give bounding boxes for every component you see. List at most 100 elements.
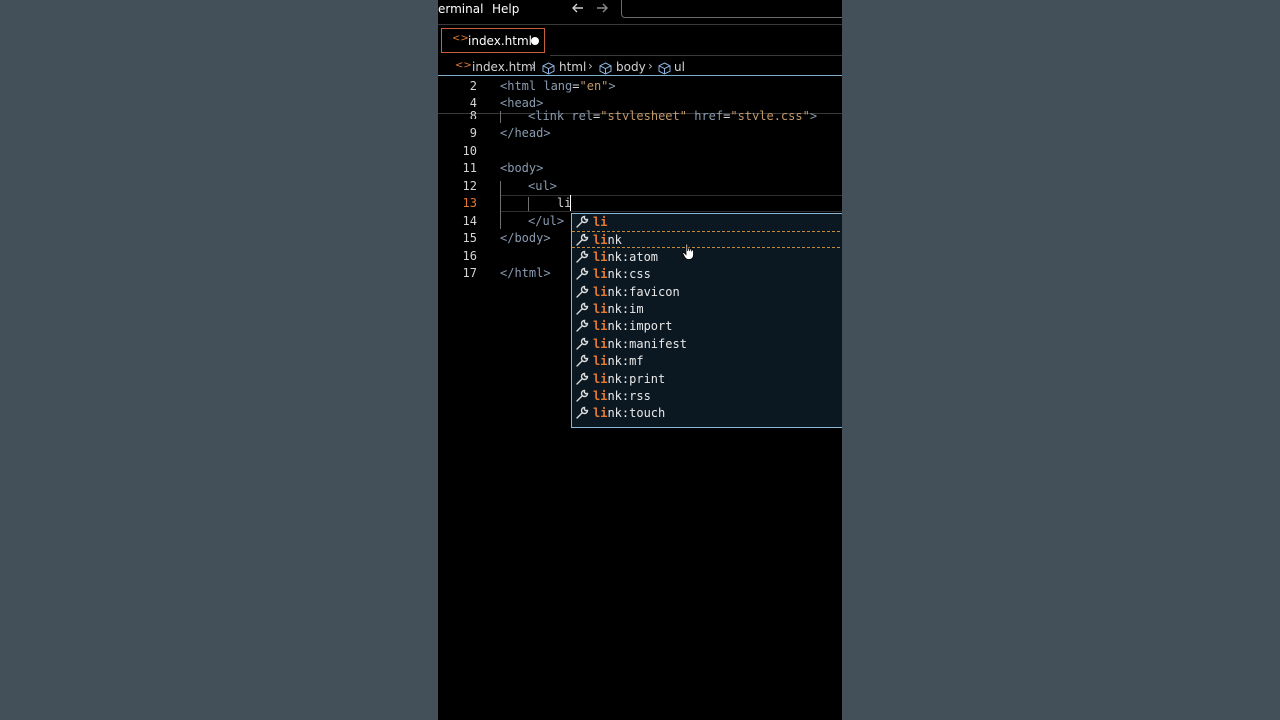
suggestion-label: link:atom (593, 250, 658, 264)
suggestion-item[interactable]: link:manifest (572, 336, 842, 353)
suggestion-match-text: li (593, 267, 608, 282)
suggestion-label: link:print (593, 372, 665, 386)
chevron-right-icon: › (588, 59, 593, 73)
menu-terminal[interactable]: erminal (438, 2, 483, 16)
wrench-icon (575, 389, 589, 406)
wrench-icon (575, 406, 589, 423)
suggestion-match-text: li (593, 302, 608, 316)
line-number: 16 (462, 249, 477, 263)
suggestion-item[interactable]: link:import (572, 318, 842, 335)
suggestion-label: link:im (593, 302, 644, 316)
code-line[interactable]: <ul> (528, 179, 557, 193)
suggestion-rest-text: nk:atom (607, 249, 659, 264)
suggestion-rest-text: nk:import (607, 319, 673, 334)
suggestion-label: link:rss (593, 389, 651, 403)
suggestion-label: link (593, 233, 622, 247)
line-number: 8 (469, 109, 477, 119)
code-line[interactable]: </head> (500, 126, 551, 140)
current-line-highlight (500, 195, 842, 212)
suggestion-item[interactable]: link:rss (572, 388, 842, 405)
suggestion-match-text: li (593, 284, 608, 299)
suggestion-item[interactable]: link:css (572, 266, 842, 283)
menu-help[interactable]: Help (492, 2, 519, 16)
breadcrumb-body[interactable]: body (616, 60, 646, 74)
suggestion-match-text: li (593, 319, 608, 334)
suggestion-label: link:import (593, 319, 672, 333)
command-center-search[interactable] (621, 0, 842, 18)
code-line[interactable]: </ul> (528, 214, 564, 228)
suggestion-rest-text: nk:mf (607, 354, 644, 369)
suggestion-item[interactable]: link:atom (572, 249, 842, 266)
wrench-icon (575, 354, 589, 371)
suggestion-rest-text: nk:manifest (607, 336, 687, 351)
suggestion-match-text: li (593, 354, 608, 369)
suggestion-item[interactable]: link (572, 231, 842, 249)
suggestion-item[interactable]: link:print (572, 371, 842, 388)
suggestion-rest-text: nk:im (607, 302, 644, 316)
text-caret (570, 195, 571, 211)
code-editor-window: erminal Help <> index.html <> index.html… (438, 0, 842, 720)
wrench-icon (575, 215, 589, 232)
suggestion-label: li (593, 215, 607, 229)
line-number: 14 (462, 214, 477, 228)
breadcrumb: <> index.html › html › body › ul (438, 57, 842, 76)
suggestion-rest-text: nk:rss (607, 389, 651, 403)
wrench-icon (575, 302, 589, 319)
suggestion-match-text: li (593, 336, 608, 351)
arrow-right-icon[interactable] (595, 0, 609, 20)
chevron-right-icon: › (531, 59, 536, 73)
suggestion-label: link:mf (593, 354, 644, 368)
suggestion-item[interactable]: link:touch (572, 405, 842, 422)
suggestion-label: link:touch (593, 406, 665, 420)
code-line[interactable]: <head> (500, 96, 543, 110)
code-line[interactable]: </html> (500, 266, 551, 280)
html-file-icon: <> (452, 33, 469, 44)
indent-guide (500, 181, 501, 229)
indent-guide (500, 111, 501, 123)
code-line[interactable]: <html lang="en"> (500, 79, 616, 93)
hand-pointer-icon (682, 243, 696, 265)
breadcrumb-file[interactable]: index.html (472, 60, 536, 74)
tab-label: index.html (468, 34, 532, 48)
line-number: 4 (469, 96, 477, 110)
suggestion-label: link:favicon (593, 285, 680, 299)
code-line[interactable]: </body> (500, 231, 551, 245)
wrench-icon (575, 319, 589, 336)
wrench-icon (575, 337, 589, 354)
line-number-active: 13 (462, 196, 477, 210)
suggestion-label: link:manifest (593, 337, 687, 351)
line-number: 2 (469, 79, 477, 93)
menubar: erminal Help (438, 0, 842, 20)
suggestion-rest-text: nk (607, 233, 622, 248)
suggestion-item[interactable]: link:favicon (572, 284, 842, 301)
suggestion-match-text: li (593, 233, 608, 248)
wrench-icon (575, 250, 589, 267)
suggestion-item[interactable]: link:mf (572, 353, 842, 370)
suggestion-item[interactable]: link:im (572, 301, 842, 318)
chevron-right-icon: › (648, 59, 653, 73)
suggestion-match-text: li (593, 389, 608, 403)
suggestion-item[interactable]: li (572, 214, 842, 231)
suggestion-match-text: li (593, 371, 608, 386)
line-number: 17 (462, 266, 477, 280)
suggestion-rest-text: nk:css (607, 267, 651, 282)
divider (438, 24, 842, 25)
suggestion-rest-text: nk:favicon (607, 284, 680, 299)
wrench-icon (575, 267, 589, 284)
breadcrumb-html[interactable]: html (559, 60, 586, 74)
code-line[interactable]: <link rel="stylesheet" href="style.css"> (528, 109, 817, 120)
suggestion-match-text: li (593, 249, 608, 264)
line-number: 15 (462, 231, 477, 245)
line-number: 10 (462, 144, 477, 158)
indent-guide (528, 197, 529, 211)
line-number: 9 (469, 126, 477, 140)
code-line[interactable]: <body> (500, 161, 543, 175)
suggestion-rest-text: nk:print (607, 371, 666, 386)
arrow-left-icon[interactable] (571, 0, 585, 20)
unsaved-dot-icon[interactable] (531, 37, 539, 45)
tab-index-html[interactable]: <> index.html (441, 28, 545, 53)
wrench-icon (575, 285, 589, 302)
html-file-icon: <> (455, 60, 472, 71)
autocomplete-suggest-widget: li link link:atom link:css link:favicon link:… (571, 213, 842, 428)
breadcrumb-ul[interactable]: ul (674, 60, 685, 74)
